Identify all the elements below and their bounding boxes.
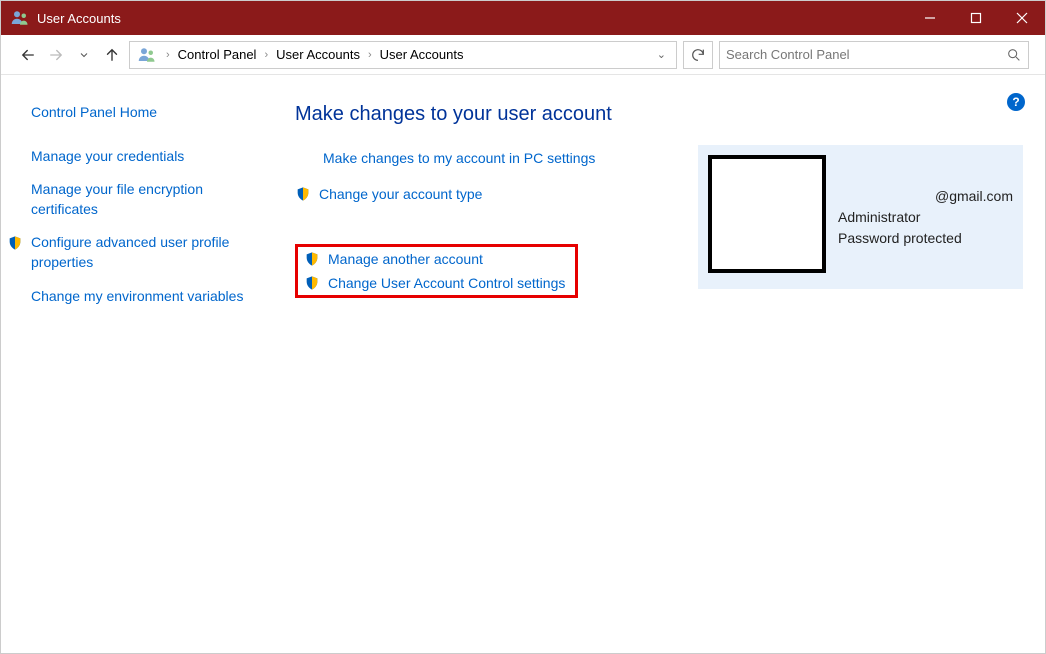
sidebar-item-label: Change my environment variables [31,287,243,307]
back-button[interactable] [17,44,39,66]
user-accounts-icon [11,9,29,27]
link-uac-settings[interactable]: Change User Account Control settings [304,275,565,291]
breadcrumb-item[interactable]: User Accounts [274,47,362,62]
sidebar-item-env-vars[interactable]: Change my environment variables [31,287,251,307]
avatar [708,155,826,273]
maximize-button[interactable] [953,1,999,35]
account-role: Administrator [838,207,1013,228]
sidebar-item-label: Manage your file encryption certificates [31,180,251,219]
breadcrumb-sep: › [162,49,174,61]
forward-button[interactable] [45,44,67,66]
breadcrumb-dropdown[interactable]: ⌄ [657,48,672,61]
breadcrumb-item[interactable]: User Accounts [378,47,466,62]
window-title: User Accounts [37,11,907,26]
page-title: Make changes to your user account [295,103,1021,126]
address-bar: › Control Panel › User Accounts › User A… [1,35,1045,75]
close-button[interactable] [999,1,1045,35]
account-protection: Password protected [838,228,1013,249]
account-card: @gmail.com Administrator Password protec… [698,145,1023,289]
link-manage-other[interactable]: Manage another account [304,251,565,267]
sidebar-item-credentials[interactable]: Manage your credentials [31,147,251,167]
breadcrumb-sep: › [364,49,376,61]
minimize-icon [924,12,936,24]
chevron-down-icon [78,49,90,61]
arrow-right-icon [47,46,65,64]
refresh-button[interactable] [683,41,713,69]
recent-dropdown[interactable] [73,44,95,66]
arrow-up-icon [103,46,121,64]
titlebar: User Accounts [1,1,1045,35]
search-box[interactable] [719,41,1029,69]
sidebar: Control Panel Home Manage your credentia… [1,75,271,653]
link-label: Change your account type [319,186,482,202]
content-area: ? Control Panel Home Manage your credent… [1,75,1045,653]
sidebar-item-profile[interactable]: Configure advanced user profile properti… [31,233,251,272]
help-button[interactable]: ? [1007,93,1025,111]
search-icon [1006,47,1022,63]
up-button[interactable] [101,44,123,66]
account-info: @gmail.com Administrator Password protec… [838,155,1013,279]
sidebar-item-encryption[interactable]: Manage your file encryption certificates [31,180,251,219]
minimize-button[interactable] [907,1,953,35]
sidebar-item-label: Manage your credentials [31,147,184,167]
shield-icon [7,235,23,251]
link-label: Make changes to my account in PC setting… [323,150,595,166]
arrow-left-icon [19,46,37,64]
link-label: Manage another account [328,251,483,267]
control-panel-home-link[interactable]: Control Panel Home [31,103,251,123]
sidebar-item-label: Control Panel Home [31,103,157,123]
refresh-icon [690,47,706,63]
breadcrumb-sep: › [260,49,272,61]
sidebar-item-label: Configure advanced user profile properti… [31,233,251,272]
window-controls [907,1,1045,35]
breadcrumb-item[interactable]: Control Panel [176,47,259,62]
highlighted-section: Manage another account Change User Accou… [295,244,578,298]
maximize-icon [970,12,982,24]
close-icon [1016,12,1028,24]
shield-icon [295,186,311,202]
user-accounts-small-icon [138,46,156,64]
shield-icon [304,251,320,267]
link-label: Change User Account Control settings [328,275,565,291]
breadcrumb[interactable]: › Control Panel › User Accounts › User A… [129,41,677,69]
shield-icon [304,275,320,291]
account-email: @gmail.com [838,186,1013,207]
main-panel: Make changes to your user account Make c… [271,75,1045,653]
search-input[interactable] [726,47,1006,62]
